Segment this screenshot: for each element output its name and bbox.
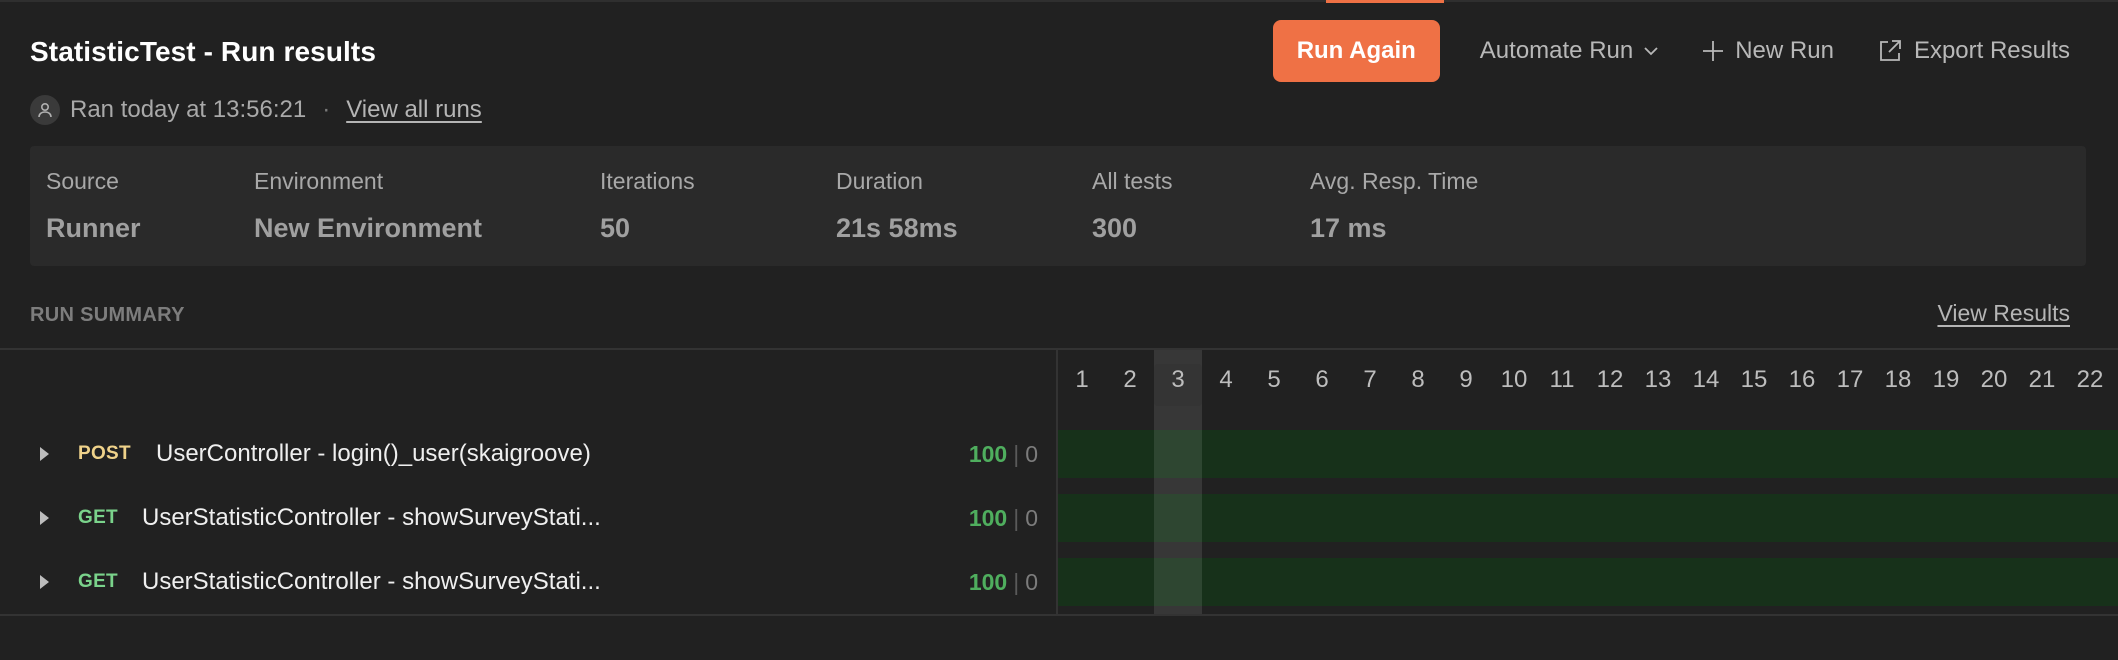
iteration-number[interactable]: 2 (1106, 366, 1154, 394)
iteration-number[interactable]: 22 (2066, 366, 2114, 394)
request-row[interactable]: GET UserStatisticController - showSurvey… (0, 554, 1056, 610)
stat-value: 21s 58ms (836, 213, 958, 243)
count-separator: | (1013, 568, 1020, 595)
iteration-number[interactable]: 8 (1394, 366, 1442, 394)
run-again-button[interactable]: Run Again (1272, 20, 1440, 82)
iteration-number[interactable]: 14 (1682, 366, 1730, 394)
request-row[interactable]: POST UserController - login()_user(skaig… (0, 426, 1056, 482)
request-method: GET (78, 571, 118, 592)
request-name: UserStatisticController - showSurveyStat… (142, 504, 601, 531)
caret-right-icon[interactable] (40, 511, 49, 525)
iteration-number[interactable]: 10 (1490, 366, 1538, 394)
caret-right-icon[interactable] (40, 575, 49, 589)
new-run-button[interactable]: New Run (1701, 37, 1834, 65)
summary-top-divider (0, 348, 2118, 350)
stat-value: Runner (46, 213, 141, 243)
failed-count: 0 (1025, 440, 1038, 467)
count-separator: | (1013, 504, 1020, 531)
passed-count: 100 (968, 440, 1008, 467)
stat-value: 300 (1092, 213, 1138, 243)
iteration-number-selected[interactable]: 3 (1154, 366, 1202, 394)
iteration-number[interactable]: 12 (1586, 366, 1634, 394)
export-results-button[interactable]: Export Results (1876, 37, 2070, 65)
active-tab-indicator (1326, 0, 1444, 3)
stat-avg-resp-time: Avg. Resp. Time 17 ms (1310, 168, 1478, 244)
chevron-down-icon (1643, 46, 1659, 56)
run-meta: Ran today at 13:56:21 · View all runs (30, 94, 482, 126)
automate-run-button[interactable]: Automate Run (1480, 37, 1659, 65)
stat-label: Environment (254, 168, 384, 194)
request-row[interactable]: GET UserStatisticController - showSurvey… (0, 490, 1056, 546)
stat-label: Avg. Resp. Time (1310, 168, 1479, 194)
user-icon (30, 95, 60, 125)
iteration-number[interactable]: 20 (1970, 366, 2018, 394)
iteration-number[interactable]: 5 (1250, 366, 1298, 394)
iteration-number[interactable]: 7 (1346, 366, 1394, 394)
request-method: GET (78, 507, 118, 528)
request-counts: 100 | 0 (969, 441, 1038, 468)
stat-all-tests: All tests 300 (1092, 168, 1173, 244)
stat-label: All tests (1092, 168, 1173, 194)
view-all-runs-link[interactable]: View all runs (346, 96, 482, 124)
run-summary-heading: RUN SUMMARY (30, 304, 185, 326)
request-counts: 100 | 0 (969, 569, 1038, 596)
failed-count: 0 (1025, 504, 1038, 531)
iteration-number[interactable]: 9 (1442, 366, 1490, 394)
export-results-label: Export Results (1913, 37, 2070, 64)
passed-count: 100 (968, 568, 1008, 595)
page-title: StatisticTest - Run results (30, 36, 377, 67)
view-results-link[interactable]: View Results (1937, 300, 2070, 327)
iteration-number[interactable]: 18 (1874, 366, 1922, 394)
iteration-number[interactable]: 11 (1538, 366, 1586, 394)
automate-run-label: Automate Run (1479, 37, 1634, 64)
ran-at-text: Ran today at 13:56:21 (70, 96, 307, 123)
new-run-label: New Run (1735, 37, 1834, 64)
stat-label: Duration (836, 168, 923, 194)
stat-label: Iterations (600, 168, 695, 194)
run-stats-panel: Source Runner Environment New Environmen… (30, 146, 2086, 266)
stat-value: New Environment (254, 213, 483, 243)
iteration-number[interactable]: 19 (1922, 366, 1970, 394)
stat-iterations: Iterations 50 (600, 168, 695, 244)
request-1-iteration-bar[interactable] (1058, 430, 2118, 478)
count-separator: | (1013, 440, 1020, 467)
export-icon (1876, 37, 1904, 65)
header-actions: Run Again Automate Run New Run Export Re… (1272, 19, 2070, 83)
request-counts: 100 | 0 (969, 505, 1038, 532)
request-method: POST (78, 443, 131, 464)
stat-value: 50 (600, 213, 631, 243)
plus-icon (1701, 39, 1725, 63)
iteration-number[interactable]: 6 (1298, 366, 1346, 394)
request-2-iteration-bar[interactable] (1058, 494, 2118, 542)
stat-source: Source Runner (46, 168, 141, 244)
iteration-number[interactable]: 1 (1058, 366, 1106, 394)
iteration-number[interactable]: 16 (1778, 366, 1826, 394)
request-3-iteration-bar[interactable] (1058, 558, 2118, 606)
top-divider (0, 0, 2118, 2)
iteration-number[interactable]: 4 (1202, 366, 1250, 394)
iteration-number[interactable]: 13 (1634, 366, 1682, 394)
meta-separator: · (322, 96, 331, 123)
caret-right-icon[interactable] (40, 447, 49, 461)
stat-duration: Duration 21s 58ms (836, 168, 958, 244)
summary-bottom-divider (0, 614, 2118, 616)
request-name: UserStatisticController - showSurveyStat… (142, 568, 601, 595)
stat-value: 17 ms (1310, 213, 1387, 243)
iteration-number[interactable]: 21 (2018, 366, 2066, 394)
iteration-number[interactable]: 15 (1730, 366, 1778, 394)
failed-count: 0 (1025, 568, 1038, 595)
iteration-number[interactable]: 17 (1826, 366, 1874, 394)
passed-count: 100 (968, 504, 1008, 531)
stat-label: Source (46, 168, 119, 194)
request-name: UserController - login()_user(skaigroove… (156, 440, 591, 467)
stat-environment: Environment New Environment (254, 168, 482, 244)
